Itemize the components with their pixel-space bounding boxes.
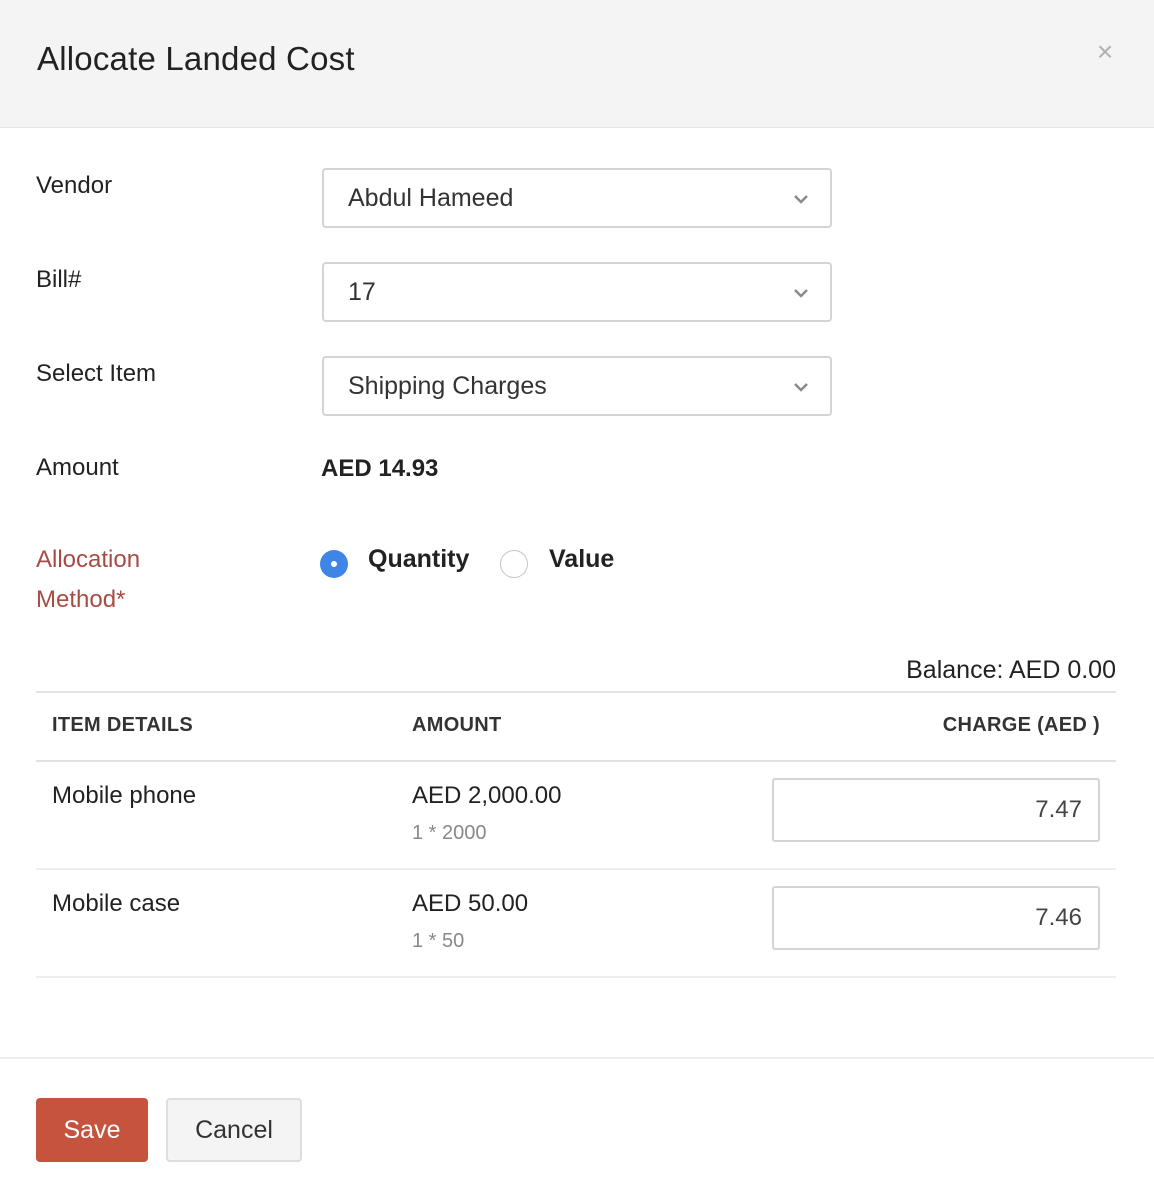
chevron-down-icon [794,195,808,204]
radio-value[interactable] [500,550,528,578]
radio-quantity-label[interactable]: Quantity [368,545,469,574]
dialog-title: Allocate Landed Cost [37,40,355,77]
row-item-name: Mobile case [52,890,181,917]
chevron-down-icon [794,289,808,298]
header-amount: AMOUNT [412,714,502,736]
chevron-down-icon [794,383,808,392]
header-item-details: ITEM DETAILS [52,714,194,736]
table-top-divider [36,691,1116,693]
row-amount: AED 50.00 [412,890,529,917]
item-value: Shipping Charges [348,372,547,400]
dialog-header: Allocate Landed Cost × [0,0,1154,128]
bill-value: 17 [348,278,376,306]
header-charge: CHARGE (AED ) [942,714,1100,736]
charge-input[interactable] [772,886,1100,950]
charge-input[interactable] [772,778,1100,842]
save-button[interactable]: Save [36,1098,148,1162]
allocation-method-label-line2: Method* [36,586,126,613]
row-amount: AED 2,000.00 [412,782,562,809]
table-header-divider [36,760,1116,762]
radio-value-label[interactable]: Value [549,545,614,574]
footer-divider [0,1057,1154,1059]
item-select[interactable]: Shipping Charges [322,356,832,416]
cancel-button[interactable]: Cancel [166,1098,302,1162]
bill-select[interactable]: 17 [322,262,832,322]
radio-quantity[interactable] [320,550,348,578]
vendor-select[interactable]: Abdul Hameed [322,168,832,228]
amount-label: Amount [36,454,119,481]
vendor-value: Abdul Hameed [348,184,514,212]
amount-value: AED 14.93 [321,455,439,482]
row-calc: 1 * 50 [412,930,465,952]
row-calc: 1 * 2000 [412,822,487,844]
row-item-name: Mobile phone [52,782,197,809]
row-divider [36,868,1116,870]
bill-label: Bill# [36,266,82,293]
allocation-method-label: Allocation Method* [36,540,140,620]
item-label: Select Item [36,360,157,387]
balance-text: Balance: AED 0.00 [906,656,1116,684]
allocation-method-label-line1: Allocation [36,546,141,573]
row-divider [36,976,1116,978]
vendor-label: Vendor [36,172,113,199]
close-icon[interactable]: × [1092,38,1118,66]
